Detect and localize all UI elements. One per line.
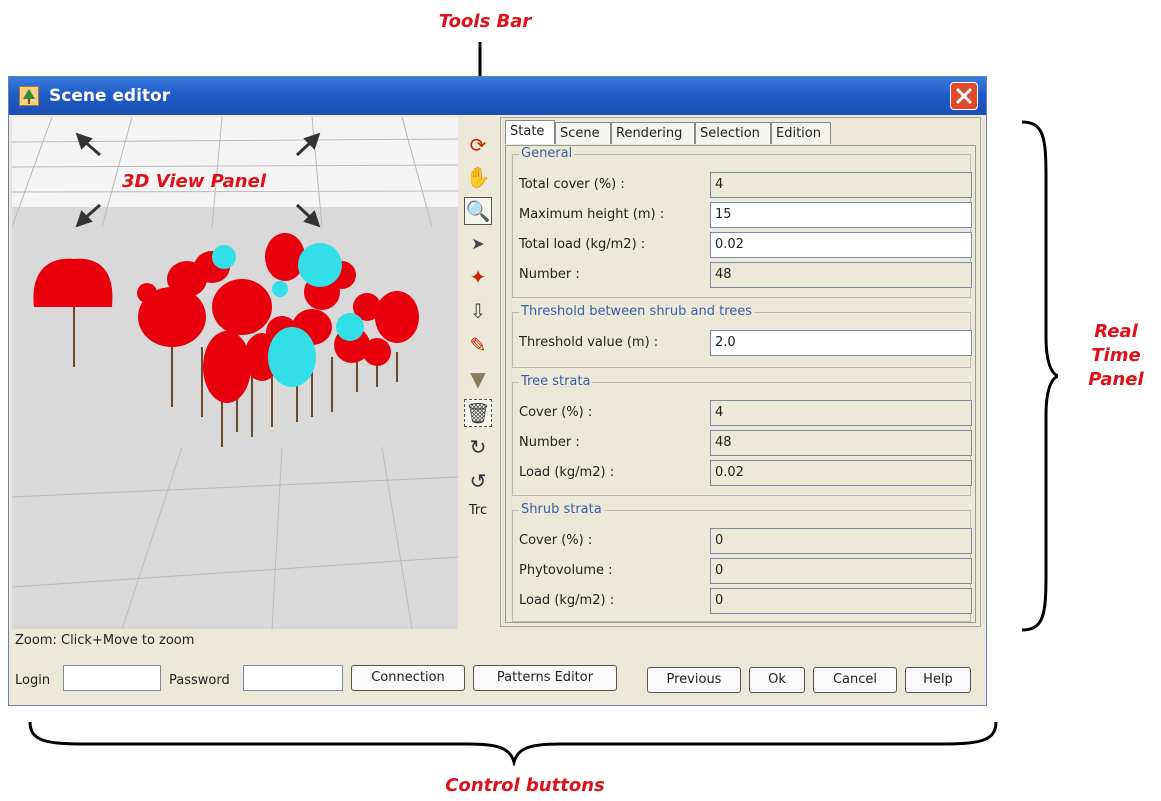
- connection-button[interactable]: Connection: [351, 665, 465, 691]
- window-title: Scene editor: [49, 86, 171, 106]
- tab-selection[interactable]: Selection: [695, 122, 771, 144]
- phytovolume-label: Phytovolume :: [519, 563, 613, 578]
- number-value: 48: [710, 262, 972, 288]
- help-button[interactable]: Help: [905, 667, 971, 693]
- tree-strata-group: Tree strata Cover (%) : 4 Number : 48 Lo…: [512, 374, 972, 496]
- title-bar[interactable]: Scene editor: [9, 77, 986, 115]
- group-title: Tree strata: [519, 374, 593, 389]
- pointer-icon[interactable]: ➤: [464, 229, 492, 257]
- total-cover-value: 4: [710, 172, 972, 198]
- threshold-value-field[interactable]: 2.0: [710, 330, 972, 356]
- shrub-cover-label: Cover (%) :: [519, 533, 593, 548]
- patterns-editor-button[interactable]: Patterns Editor: [473, 665, 617, 691]
- maximum-height-field[interactable]: 15: [710, 202, 972, 228]
- shrub-strata-group: Shrub strata Cover (%) : 0 Phytovolume :…: [512, 502, 972, 622]
- threshold-value-label: Threshold value (m) :: [519, 335, 659, 350]
- pencil-icon[interactable]: ✎: [464, 331, 492, 359]
- group-title: General: [519, 146, 575, 161]
- password-field[interactable]: [243, 665, 343, 691]
- tree-number-label: Number :: [519, 435, 580, 450]
- threshold-group: Threshold between shrub and trees Thresh…: [512, 304, 972, 368]
- shrub-load-value: 0: [710, 588, 972, 614]
- trc-tool[interactable]: Trc: [457, 503, 499, 518]
- 3d-scene: 3D View Panel: [12, 117, 458, 629]
- real-time-panel: State Scene Rendering Selection Edition …: [500, 117, 981, 627]
- phytovolume-value: 0: [710, 558, 972, 584]
- close-icon[interactable]: [950, 82, 978, 110]
- real-time-panel-annotation: Real Time Panel: [1076, 320, 1156, 392]
- control-buttons-annotation: Control buttons: [445, 775, 605, 796]
- tree-load-value: 0.02: [710, 460, 972, 486]
- delete-icon[interactable]: 🗑: [464, 399, 492, 427]
- tree-number-value: 48: [710, 430, 972, 456]
- scene-editor-window: Scene editor 3D View Panel ⟳ ✋ 🔍 ➤ ✦ ⇩ ✎…: [8, 76, 987, 706]
- login-label: Login: [15, 673, 51, 688]
- total-load-label: Total load (kg/m2) :: [519, 237, 646, 252]
- tree-cover-value: 4: [710, 400, 972, 426]
- 3d-view-panel-annotation: 3D View Panel: [122, 171, 267, 192]
- tree-load-label: Load (kg/m2) :: [519, 465, 615, 480]
- shrub-load-label: Load (kg/m2) :: [519, 593, 615, 608]
- maximum-height-label: Maximum height (m) :: [519, 207, 665, 222]
- tab-rendering[interactable]: Rendering: [611, 122, 695, 144]
- tree-cover-label: Cover (%) :: [519, 405, 593, 420]
- group-title: Threshold between shrub and trees: [519, 304, 755, 319]
- general-group: General Total cover (%) : 4 Maximum heig…: [512, 146, 972, 298]
- total-cover-label: Total cover (%) :: [519, 177, 625, 192]
- group-title: Shrub strata: [519, 502, 604, 517]
- panel-line: Panel: [1088, 369, 1144, 390]
- 3d-view-panel[interactable]: 3D View Panel: [12, 117, 458, 629]
- import-icon[interactable]: ⇩: [464, 297, 492, 325]
- tools-bar: ⟳ ✋ 🔍 ➤ ✦ ⇩ ✎ ▼ 🗑 ↻ ↺ Trc: [457, 117, 499, 629]
- tab-scene[interactable]: Scene: [555, 122, 611, 144]
- control-buttons-brace: [28, 721, 998, 766]
- total-load-field[interactable]: 0.02: [710, 232, 972, 258]
- redo-icon[interactable]: ↺: [464, 467, 492, 495]
- time-line: Time: [1091, 345, 1141, 366]
- ok-button[interactable]: Ok: [749, 667, 805, 693]
- password-label: Password: [169, 673, 230, 688]
- tree-icon: [19, 86, 39, 106]
- tab-state[interactable]: State: [505, 120, 555, 144]
- shrub-cover-value: 0: [710, 528, 972, 554]
- tools-bar-annotation: Tools Bar: [438, 11, 532, 32]
- zoom-icon[interactable]: 🔍: [464, 197, 492, 225]
- hand-icon[interactable]: ✋: [464, 163, 492, 191]
- previous-button[interactable]: Previous: [647, 667, 741, 693]
- state-tab-content: General Total cover (%) : 4 Maximum heig…: [505, 145, 976, 623]
- pan-icon[interactable]: ✦: [464, 263, 492, 291]
- undo-icon[interactable]: ↻: [464, 433, 492, 461]
- real-time-panel-brace: [1021, 120, 1058, 632]
- cancel-button[interactable]: Cancel: [813, 667, 897, 693]
- triangle-icon[interactable]: ▼: [464, 365, 492, 393]
- login-field[interactable]: [63, 665, 161, 691]
- rotate-icon[interactable]: ⟳: [464, 131, 492, 159]
- status-text: Zoom: Click+Move to zoom: [15, 633, 195, 648]
- real-line: Real: [1094, 321, 1138, 342]
- number-label: Number :: [519, 267, 580, 282]
- tab-edition[interactable]: Edition: [771, 122, 831, 144]
